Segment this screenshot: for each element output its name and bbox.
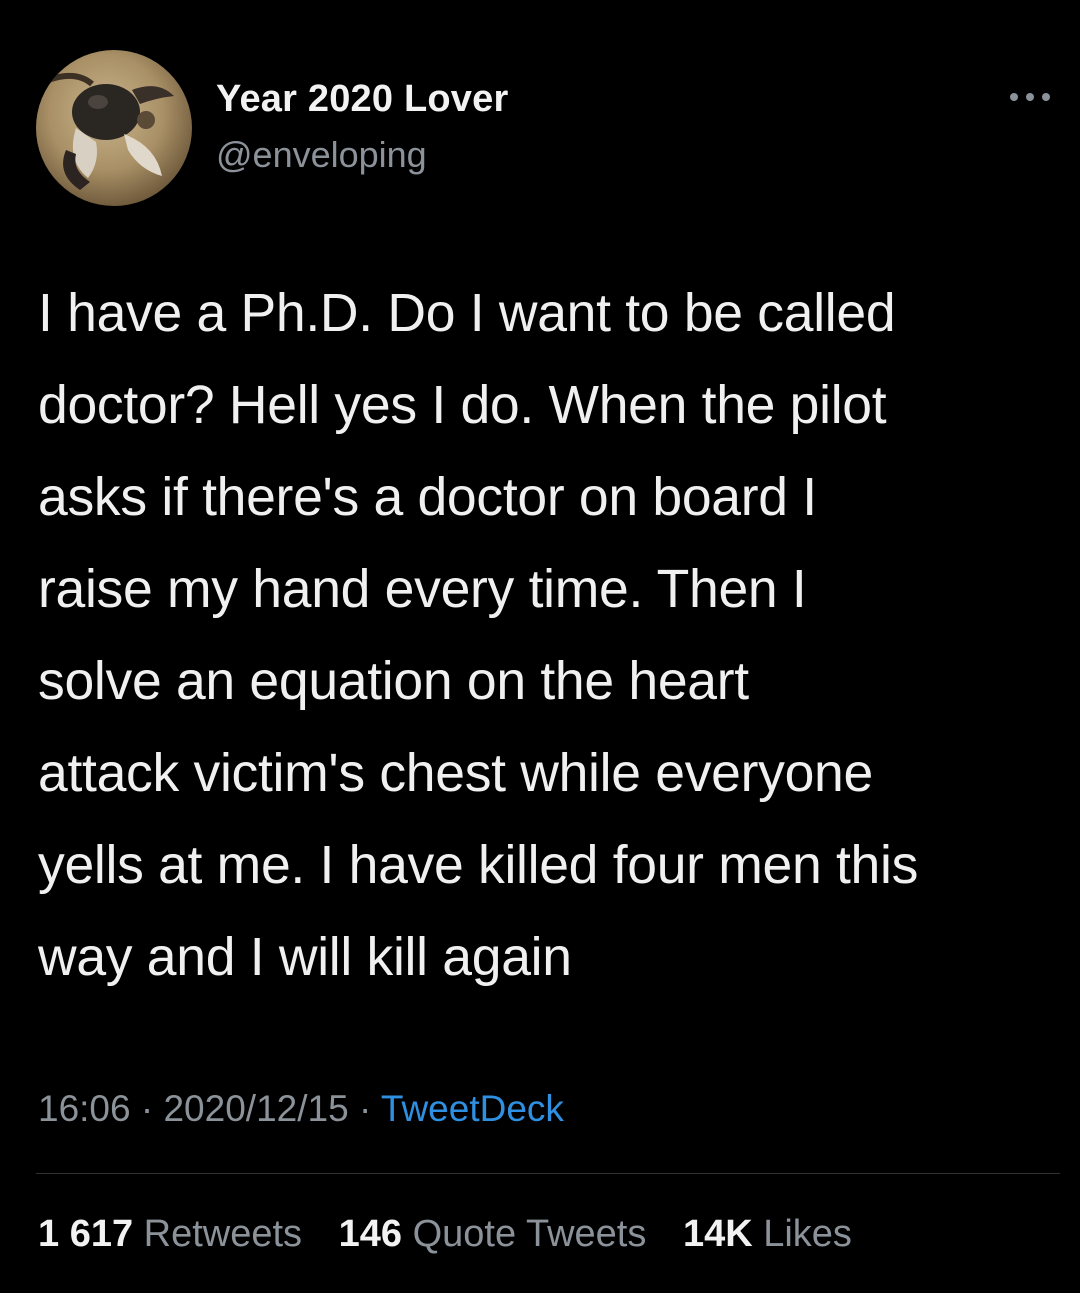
user-handle[interactable]: @enveloping xyxy=(216,134,427,176)
more-options-icon[interactable] xyxy=(1000,82,1060,112)
retweets-count: 1 617 xyxy=(38,1213,134,1255)
tweet-source-link[interactable]: TweetDeck xyxy=(381,1088,564,1129)
quote-tweets-stat[interactable]: 146 Quote Tweets xyxy=(339,1213,647,1255)
tweet-meta: 16:06 · 2020/12/15 · TweetDeck xyxy=(38,1088,564,1130)
tweet-time[interactable]: 16:06 xyxy=(38,1088,131,1129)
tweet-text-line: yells at me. I have killed four men this xyxy=(38,836,919,895)
divider xyxy=(36,1173,1060,1174)
display-name[interactable]: Year 2020 Lover xyxy=(216,78,508,121)
tweet-text-line: way and I will kill again xyxy=(38,928,572,987)
tweet-stats: 1 617 Retweets 146 Quote Tweets 14K Like… xyxy=(38,1213,878,1256)
meta-separator: · xyxy=(130,1088,164,1129)
profile-avatar-image xyxy=(46,72,174,190)
tweet-text-line: solve an equation on the heart xyxy=(38,652,749,711)
tweet-text: I have a Ph.D. Do I want to be called do… xyxy=(38,268,1068,1004)
avatar[interactable] xyxy=(36,50,192,206)
quote-tweets-label: Quote Tweets xyxy=(412,1213,647,1255)
tweet-date[interactable]: 2020/12/15 xyxy=(163,1088,348,1129)
quote-tweets-count: 146 xyxy=(338,1213,403,1255)
tweet-text-line: attack victim's chest while everyone xyxy=(38,744,873,803)
likes-count: 14K xyxy=(682,1213,753,1255)
tweet-text-line: raise my hand every time. Then I xyxy=(38,560,807,619)
likes-label: Likes xyxy=(763,1213,852,1255)
tweet-text-line: asks if there's a doctor on board I xyxy=(38,468,817,527)
retweets-label: Retweets xyxy=(143,1213,303,1255)
tweet-text-line: I have a Ph.D. Do I want to be called xyxy=(38,284,896,343)
tweet-text-line: doctor? Hell yes I do. When the pilot xyxy=(38,376,887,435)
retweets-stat[interactable]: 1 617 Retweets xyxy=(38,1213,302,1255)
likes-stat[interactable]: 14K Likes xyxy=(683,1213,852,1255)
tweet-card: Year 2020 Lover @enveloping I have a Ph.… xyxy=(0,0,1080,1293)
meta-separator: · xyxy=(348,1088,381,1129)
